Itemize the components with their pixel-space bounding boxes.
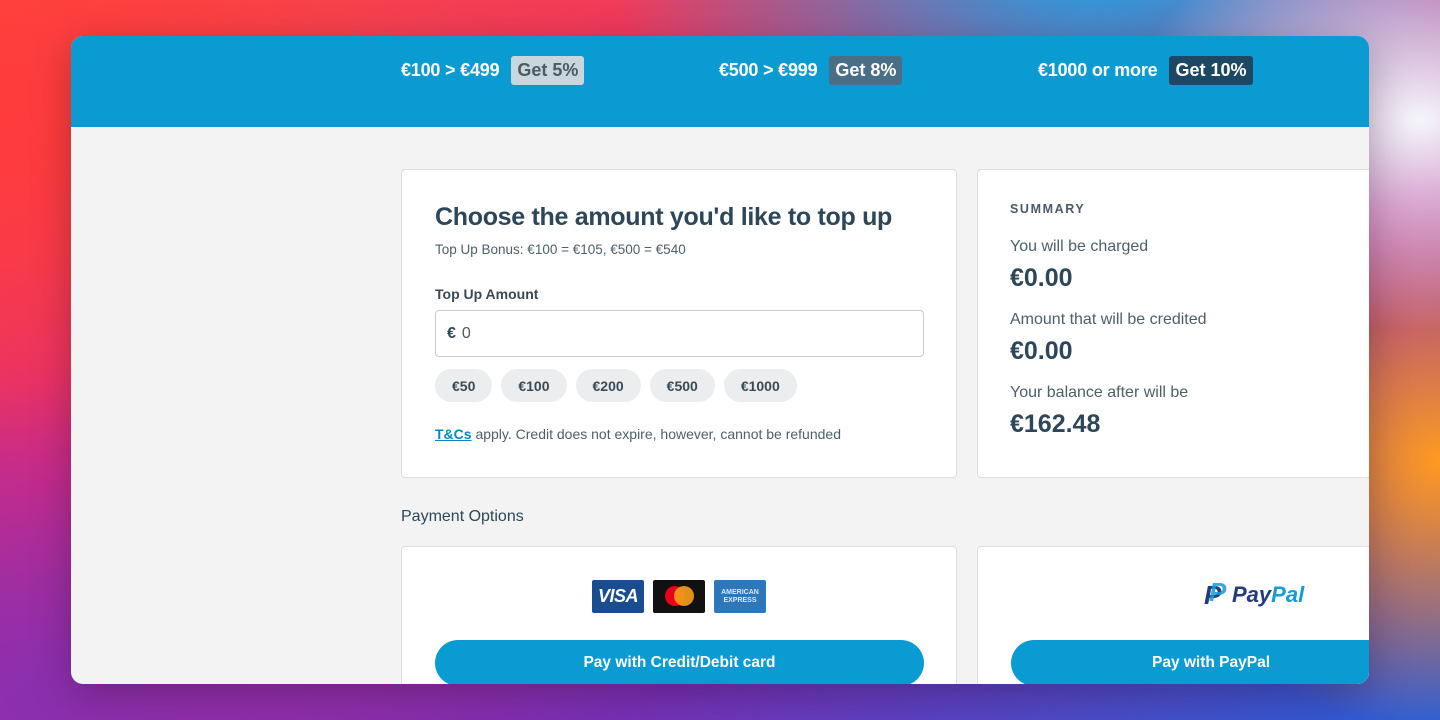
credited-value: €0.00 — [1010, 337, 1073, 365]
amount-chip-200[interactable]: €200 — [575, 369, 641, 402]
tier-badge: Get 5% — [511, 55, 585, 85]
paypal-payment-option: PP PayPal Pay with PayPal — [977, 546, 1369, 684]
charged-label: You will be charged — [1010, 238, 1149, 255]
bonus-tier-2: €500 > €999 Get 8% — [719, 54, 903, 86]
tier-range: €100 > €499 — [401, 59, 500, 80]
bonus-tier-1: €100 > €499 Get 5% — [401, 54, 585, 86]
payment-options-title: Payment Options — [401, 508, 524, 525]
card-logos: VISA AMERICAN EXPRESS — [592, 580, 766, 613]
quick-amounts: €50 €100 €200 €500 €1000 — [435, 369, 797, 402]
amount-field[interactable] — [461, 324, 862, 343]
tier-badge: Get 10% — [1169, 55, 1253, 85]
paypal-wordmark: PayPal — [1232, 582, 1305, 607]
card-payment-option: VISA AMERICAN EXPRESS Pay with Credit/De… — [401, 546, 957, 684]
charged-value: €0.00 — [1010, 264, 1073, 292]
tier-range: €1000 or more — [1038, 59, 1158, 80]
topup-card: Choose the amount you'd like to top up T… — [401, 169, 957, 478]
tier-range: €500 > €999 — [719, 59, 818, 80]
amount-chip-500[interactable]: €500 — [649, 369, 715, 402]
amount-input[interactable]: € — [435, 310, 924, 357]
pay-paypal-button[interactable]: Pay with PayPal — [1011, 640, 1369, 684]
visa-icon: VISA — [592, 580, 644, 613]
mastercard-icon — [653, 580, 705, 613]
amount-chip-50[interactable]: €50 — [435, 369, 493, 402]
topup-title: Choose the amount you'd like to top up — [435, 203, 893, 231]
terms-link[interactable]: T&Cs — [435, 426, 472, 442]
amount-chip-100[interactable]: €100 — [501, 369, 567, 402]
amount-chip-1000[interactable]: €1000 — [723, 369, 797, 402]
terms-detail: apply. Credit does not expire, however, … — [471, 426, 841, 442]
bonus-info: Top Up Bonus: €100 = €105, €500 = €540 — [435, 242, 686, 257]
summary-card: SUMMARY You will be charged €0.00 Amount… — [977, 169, 1369, 478]
amount-label: Top Up Amount — [435, 286, 539, 302]
amex-icon: AMERICAN EXPRESS — [714, 580, 766, 613]
paypal-icon: PP — [1204, 577, 1227, 610]
bonus-tier-3: €1000 or more Get 10% — [1038, 54, 1253, 86]
euro-icon: € — [447, 324, 456, 342]
bonus-banner: €100 > €499 Get 5% €500 > €999 Get 8% €1… — [71, 36, 1369, 127]
balance-label: Your balance after will be — [1010, 384, 1189, 401]
paypal-logo: PP PayPal — [1204, 577, 1305, 610]
summary-heading: SUMMARY — [1010, 202, 1086, 216]
tier-badge: Get 8% — [829, 55, 903, 85]
pay-card-button[interactable]: Pay with Credit/Debit card — [435, 640, 924, 684]
terms-text: T&Cs apply. Credit does not expire, howe… — [435, 426, 841, 442]
balance-value: €162.48 — [1010, 410, 1101, 438]
credited-label: Amount that will be credited — [1010, 311, 1207, 328]
app-window: €100 > €499 Get 5% €500 > €999 Get 8% €1… — [71, 36, 1369, 684]
